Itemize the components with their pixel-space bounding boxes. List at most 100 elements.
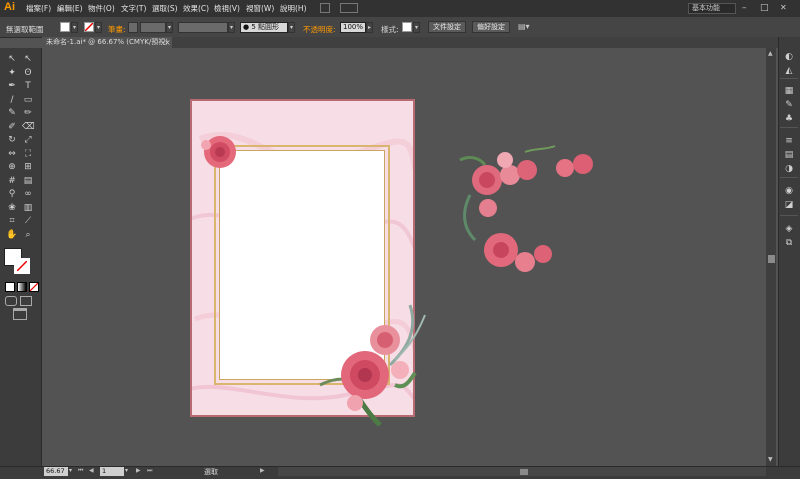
- draw-mode-icon[interactable]: [5, 296, 17, 306]
- status-menu-icon[interactable]: ▶: [260, 467, 265, 474]
- opacity-label[interactable]: 不透明度:: [303, 24, 336, 35]
- pen-icon[interactable]: ✒: [6, 81, 18, 91]
- paintbrush-icon[interactable]: ✎: [6, 108, 18, 118]
- stroke-weight-dropdown[interactable]: ▾: [166, 22, 173, 33]
- menu-file[interactable]: 檔案(F): [26, 3, 51, 14]
- scroll-up-arrow-icon[interactable]: ▲: [768, 50, 773, 57]
- menu-select[interactable]: 選取(S): [152, 3, 178, 14]
- graphic-style-swatch[interactable]: [402, 22, 412, 32]
- document-tab[interactable]: 未命名-1.ai* @ 66.67% (CMYK/預視): [42, 37, 172, 48]
- preferences-button[interactable]: 偏好設定: [472, 21, 510, 33]
- zoom-dropdown-icon[interactable]: ▾: [69, 467, 72, 474]
- artboard-dropdown-icon[interactable]: ▾: [125, 467, 128, 474]
- line-icon[interactable]: /: [6, 95, 18, 105]
- gradient-icon[interactable]: ▤: [22, 176, 34, 186]
- gradient-panel-icon[interactable]: ▤: [782, 150, 796, 161]
- screen-mode-icon[interactable]: [20, 296, 32, 306]
- horizontal-scroll-thumb[interactable]: [520, 469, 528, 475]
- minimize-button[interactable]: –: [742, 3, 747, 13]
- zoom-icon[interactable]: ⌕: [22, 230, 34, 240]
- opacity-field[interactable]: 100%: [340, 22, 366, 33]
- change-screen-mode-icon[interactable]: [13, 308, 27, 320]
- scroll-down-arrow-icon[interactable]: ▼: [768, 456, 773, 463]
- stroke-swatch[interactable]: [84, 22, 94, 32]
- artboard-number-field[interactable]: 1: [100, 467, 124, 476]
- color-guide-icon[interactable]: ◭: [782, 66, 796, 77]
- color-icon[interactable]: ◐: [782, 52, 796, 63]
- profile-dropdown[interactable]: ▾: [228, 22, 235, 33]
- selection-status-label: 無選取範圍: [6, 25, 44, 34]
- rectangle-icon[interactable]: ▭: [22, 95, 34, 105]
- artboards-icon[interactable]: ⧉: [782, 238, 796, 249]
- lasso-icon[interactable]: ʘ: [22, 68, 34, 78]
- brush-definition-field[interactable]: ● 5 點圓形: [240, 22, 288, 33]
- slice-icon[interactable]: ⟋: [22, 216, 34, 226]
- selection-icon[interactable]: ↖: [6, 54, 18, 64]
- swatches-icon[interactable]: ▦: [782, 86, 796, 97]
- zoom-level-field[interactable]: 66.67: [44, 467, 68, 476]
- maximize-button[interactable]: □: [760, 3, 769, 13]
- eraser-icon[interactable]: ⌫: [22, 122, 35, 132]
- stroke-weight-field[interactable]: [140, 22, 166, 33]
- variable-width-profile[interactable]: [178, 22, 228, 33]
- symbols-icon[interactable]: ♣: [782, 114, 796, 125]
- eyedropper-icon[interactable]: ⚲: [6, 189, 18, 199]
- stroke-weight-stepper[interactable]: [128, 22, 138, 33]
- magic-wand-icon[interactable]: ✦: [6, 68, 18, 78]
- appearance-icon[interactable]: ◉: [782, 186, 796, 197]
- direct-selection-icon[interactable]: ↖: [22, 54, 34, 64]
- layers-icon[interactable]: ◈: [782, 224, 796, 235]
- hand-icon[interactable]: ✋: [6, 230, 18, 240]
- workspace-switcher[interactable]: 基本功能: [688, 3, 736, 14]
- pencil-icon[interactable]: ✏: [22, 108, 34, 118]
- mesh-icon[interactable]: #: [6, 176, 18, 186]
- gradient-mode-icon[interactable]: [17, 282, 27, 292]
- next-artboard-icon[interactable]: ▶: [136, 467, 141, 474]
- free-transform-icon[interactable]: ⛶: [22, 149, 34, 159]
- fill-dropdown[interactable]: ▾: [71, 22, 78, 33]
- graph-icon[interactable]: ▥: [22, 203, 34, 213]
- perspective-icon[interactable]: ⊞: [22, 162, 34, 172]
- menu-view[interactable]: 檢視(V): [214, 3, 240, 14]
- stroke-icon[interactable]: ≡: [782, 136, 796, 147]
- close-window-button[interactable]: ✕: [780, 3, 787, 12]
- artboard-icon[interactable]: ⌗: [6, 216, 18, 226]
- brushes-icon[interactable]: ✎: [782, 100, 796, 111]
- blend-icon[interactable]: ∞: [22, 189, 34, 199]
- blob-brush-icon[interactable]: ✐: [6, 122, 18, 132]
- transparency-icon[interactable]: ◑: [782, 164, 796, 175]
- previous-artboard-icon[interactable]: ◀: [89, 467, 94, 474]
- shape-builder-icon[interactable]: ⊕: [6, 162, 18, 172]
- arrange-documents-icon[interactable]: [340, 3, 358, 13]
- opacity-dropdown[interactable]: ▸: [366, 22, 373, 33]
- menu-object[interactable]: 物件(O): [88, 3, 115, 14]
- tab-close-icon[interactable]: ×: [164, 37, 171, 48]
- fill-swatch[interactable]: [60, 22, 70, 32]
- rotate-icon[interactable]: ↻: [6, 135, 18, 145]
- none-mode-icon[interactable]: [29, 282, 39, 292]
- scale-icon[interactable]: ⤢: [22, 135, 34, 145]
- color-mode-icon[interactable]: [5, 282, 15, 292]
- width-icon[interactable]: ⇔: [6, 149, 18, 159]
- last-artboard-icon[interactable]: ⏭: [147, 467, 152, 475]
- graphic-styles-icon[interactable]: ◪: [782, 200, 796, 211]
- stroke-color-box[interactable]: [14, 258, 30, 274]
- menu-window[interactable]: 視窗(W): [246, 3, 274, 14]
- type-icon[interactable]: T: [22, 81, 34, 91]
- menu-effect[interactable]: 效果(C): [183, 3, 209, 14]
- first-artboard-icon[interactable]: ⏮: [78, 467, 83, 475]
- vertical-scroll-thumb[interactable]: [768, 255, 775, 263]
- style-dropdown[interactable]: ▾: [413, 22, 420, 33]
- panel-menu-icon[interactable]: ▤▾: [518, 22, 532, 33]
- floral-elements-group[interactable]: [455, 140, 605, 280]
- menu-edit[interactable]: 編輯(E): [57, 3, 83, 14]
- bridge-icon[interactable]: [320, 3, 330, 13]
- rose-cluster-bottom-right[interactable]: [300, 295, 445, 430]
- menu-type[interactable]: 文字(T): [121, 3, 146, 14]
- menu-help[interactable]: 說明(H): [280, 3, 307, 14]
- document-setup-button[interactable]: 文件設定: [428, 21, 466, 33]
- symbol-sprayer-icon[interactable]: ❀: [6, 203, 18, 213]
- rose-cluster-top-left[interactable]: [195, 130, 245, 175]
- brush-dropdown[interactable]: ▾: [288, 22, 295, 33]
- stroke-dropdown[interactable]: ▾: [95, 22, 102, 33]
